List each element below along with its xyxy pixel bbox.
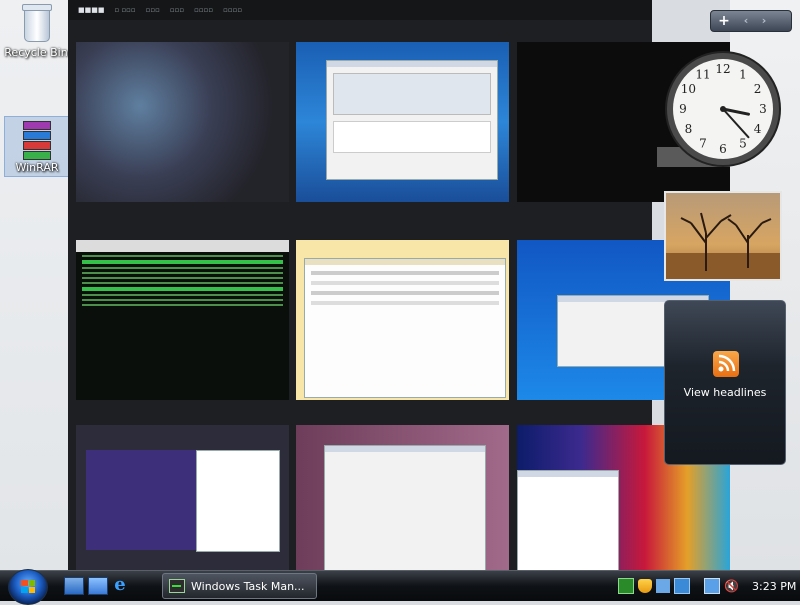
- clock-numeral: 4: [754, 122, 762, 136]
- winrar-desktop-icon[interactable]: WinRAR: [4, 116, 70, 177]
- clock-numeral: 8: [685, 122, 693, 136]
- recycle-bin-label: Recycle Bin: [4, 46, 68, 59]
- clock-numeral: 5: [739, 137, 747, 151]
- gallery-thumbnail[interactable]: [76, 42, 289, 202]
- nav-item[interactable]: ▫ ▫▫▫: [114, 6, 135, 14]
- network-connection-icon[interactable]: [704, 578, 720, 594]
- site-logo: ■■■■: [78, 6, 105, 14]
- internet-explorer-icon[interactable]: e: [111, 576, 129, 594]
- display-icon[interactable]: [674, 578, 690, 594]
- nav-item[interactable]: ▫▫▫▫: [223, 6, 242, 14]
- windows-sidebar: + ‹ › 12 1 2 3 4 5 6 7 8 9 10 11 View he…: [652, 0, 800, 570]
- sidebar-controls: + ‹ ›: [710, 10, 792, 32]
- windows-flag-icon: [21, 580, 35, 593]
- task-manager-taskbar-button[interactable]: Windows Task Man...: [162, 573, 317, 599]
- windows-update-icon[interactable]: [656, 579, 670, 593]
- task-button-label: Windows Task Man...: [191, 579, 305, 593]
- switch-windows-icon[interactable]: [88, 577, 108, 595]
- clock-numeral: 3: [759, 102, 767, 116]
- network-status-icon[interactable]: [618, 578, 634, 594]
- gallery-thumbnail[interactable]: [76, 425, 289, 585]
- clock-numeral: 9: [679, 102, 687, 116]
- system-tray: 🔇 3:23 PM: [612, 571, 800, 601]
- gallery-thumbnail[interactable]: [296, 425, 509, 585]
- view-headlines-link[interactable]: View headlines: [665, 386, 785, 399]
- clock-numeral: 6: [719, 142, 727, 156]
- nav-item[interactable]: ▫▫▫▫: [194, 6, 213, 14]
- gallery-thumbnail[interactable]: [296, 42, 509, 202]
- tree-photo: [666, 212, 780, 279]
- winrar-label: WinRAR: [15, 161, 59, 174]
- show-desktop-icon[interactable]: [64, 577, 84, 595]
- rss-feed-icon: [713, 351, 739, 377]
- next-page-button[interactable]: ›: [755, 11, 773, 31]
- clock-numeral: 12: [715, 62, 730, 76]
- taskbar-clock[interactable]: 3:23 PM: [752, 580, 796, 593]
- recycle-bin-desktop-icon[interactable]: Recycle Bin: [4, 4, 68, 59]
- clock-numeral: 7: [699, 137, 707, 151]
- nav-item[interactable]: ▫▫▫: [146, 6, 160, 14]
- desktop-background: [0, 0, 70, 570]
- clock-numeral: 2: [754, 82, 762, 96]
- clock-face: 12 12 3 45678 9 1011: [665, 51, 781, 167]
- gallery-thumbnail[interactable]: [296, 240, 509, 400]
- clock-numeral: 1: [739, 67, 747, 81]
- clock-gadget[interactable]: 12 1 2 3 4 5 6 7 8 9 10 11: [664, 50, 782, 168]
- security-shield-icon[interactable]: [638, 579, 652, 593]
- volume-muted-icon[interactable]: 🔇: [724, 579, 739, 593]
- slideshow-gadget[interactable]: [664, 191, 782, 281]
- recycle-bin-icon: [16, 4, 56, 44]
- previous-page-button[interactable]: ‹: [737, 11, 755, 31]
- clock-numeral: 10: [681, 82, 696, 96]
- feed-headlines-gadget[interactable]: View headlines: [664, 300, 786, 465]
- clock-numeral: 11: [695, 67, 710, 81]
- site-navigation-bar: ■■■■ ▫ ▫▫▫ ▫▫▫ ▫▫▫ ▫▫▫▫ ▫▫▫▫: [68, 0, 652, 20]
- winrar-icon: [17, 119, 57, 160]
- task-manager-icon: [169, 579, 185, 593]
- taskbar: e Windows Task Man... 🔇 3:23 PM: [0, 569, 800, 605]
- browser-window[interactable]: ■■■■ ▫ ▫▫▫ ▫▫▫ ▫▫▫ ▫▫▫▫ ▫▫▫▫: [68, 0, 730, 585]
- gallery-thumbnail[interactable]: [76, 240, 289, 400]
- add-gadget-button[interactable]: +: [711, 11, 737, 31]
- nav-item[interactable]: ▫▫▫: [170, 6, 184, 14]
